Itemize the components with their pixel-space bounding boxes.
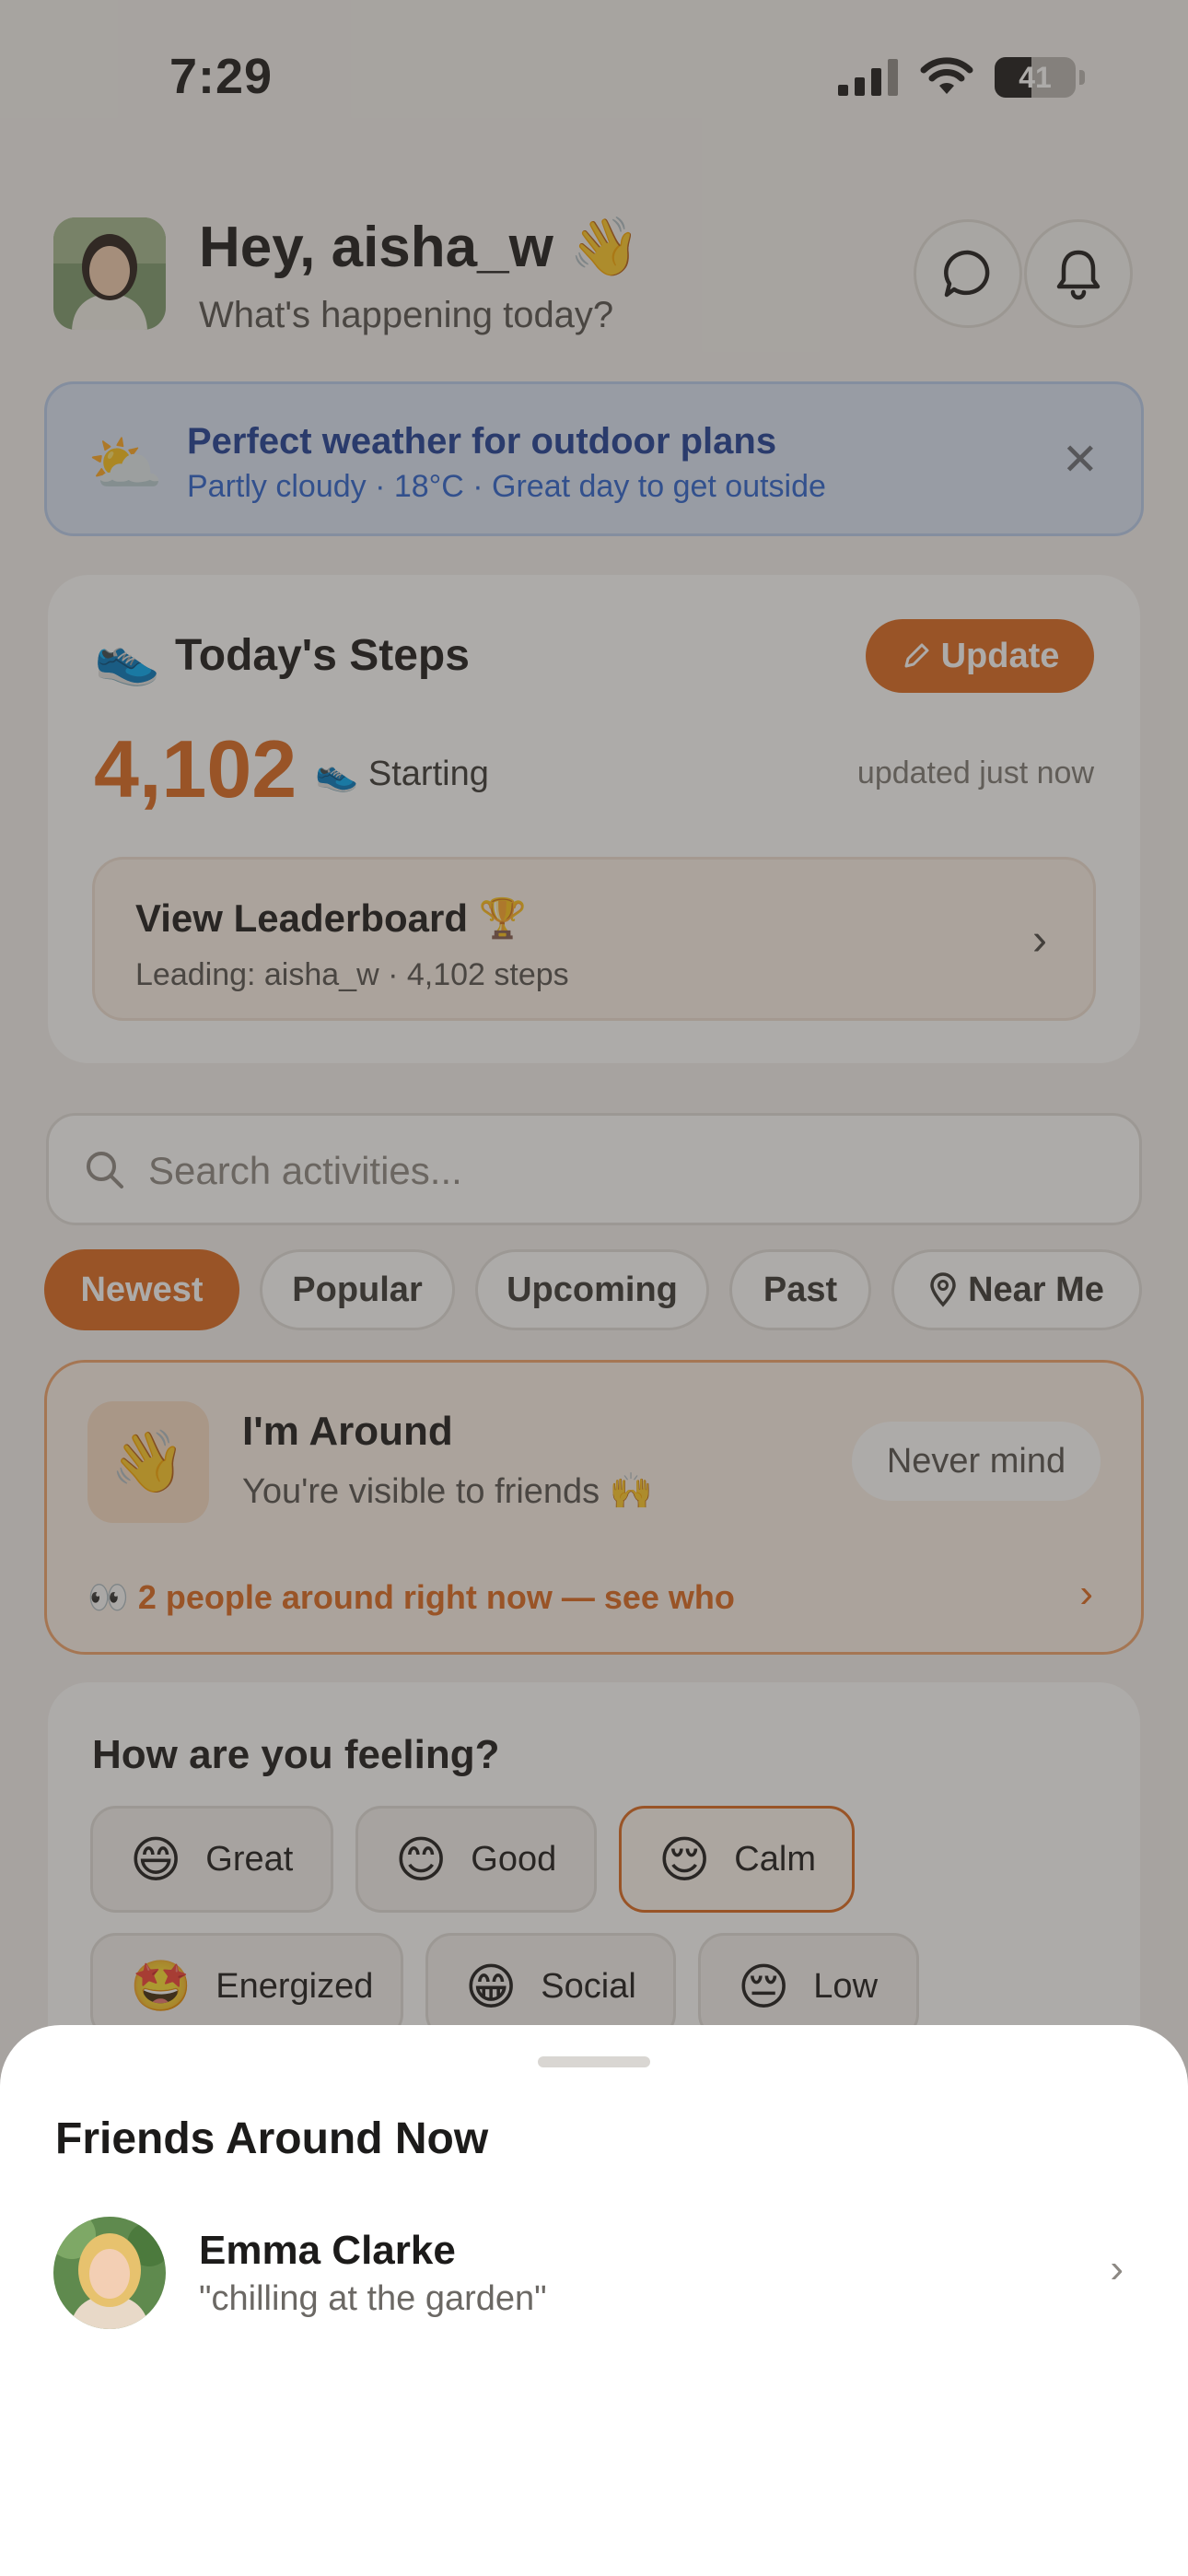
chevron-right-icon: › — [1110, 2246, 1124, 2291]
avatar — [53, 2217, 166, 2329]
friend-name: Emma Clarke — [199, 2228, 456, 2273]
sheet-title: Friends Around Now — [55, 2114, 489, 2163]
sheet-drag-handle[interactable] — [538, 2056, 650, 2067]
friend-status: "chilling at the garden" — [199, 2279, 547, 2318]
friends-around-sheet: Friends Around Now Emma Clarke "chilling… — [0, 2025, 1188, 2576]
friend-list-item[interactable]: Emma Clarke "chilling at the garden" › — [0, 2209, 1188, 2329]
app-screen: 7:29 41 Hey, aisha_w 👋 What's happening … — [0, 0, 1188, 2576]
